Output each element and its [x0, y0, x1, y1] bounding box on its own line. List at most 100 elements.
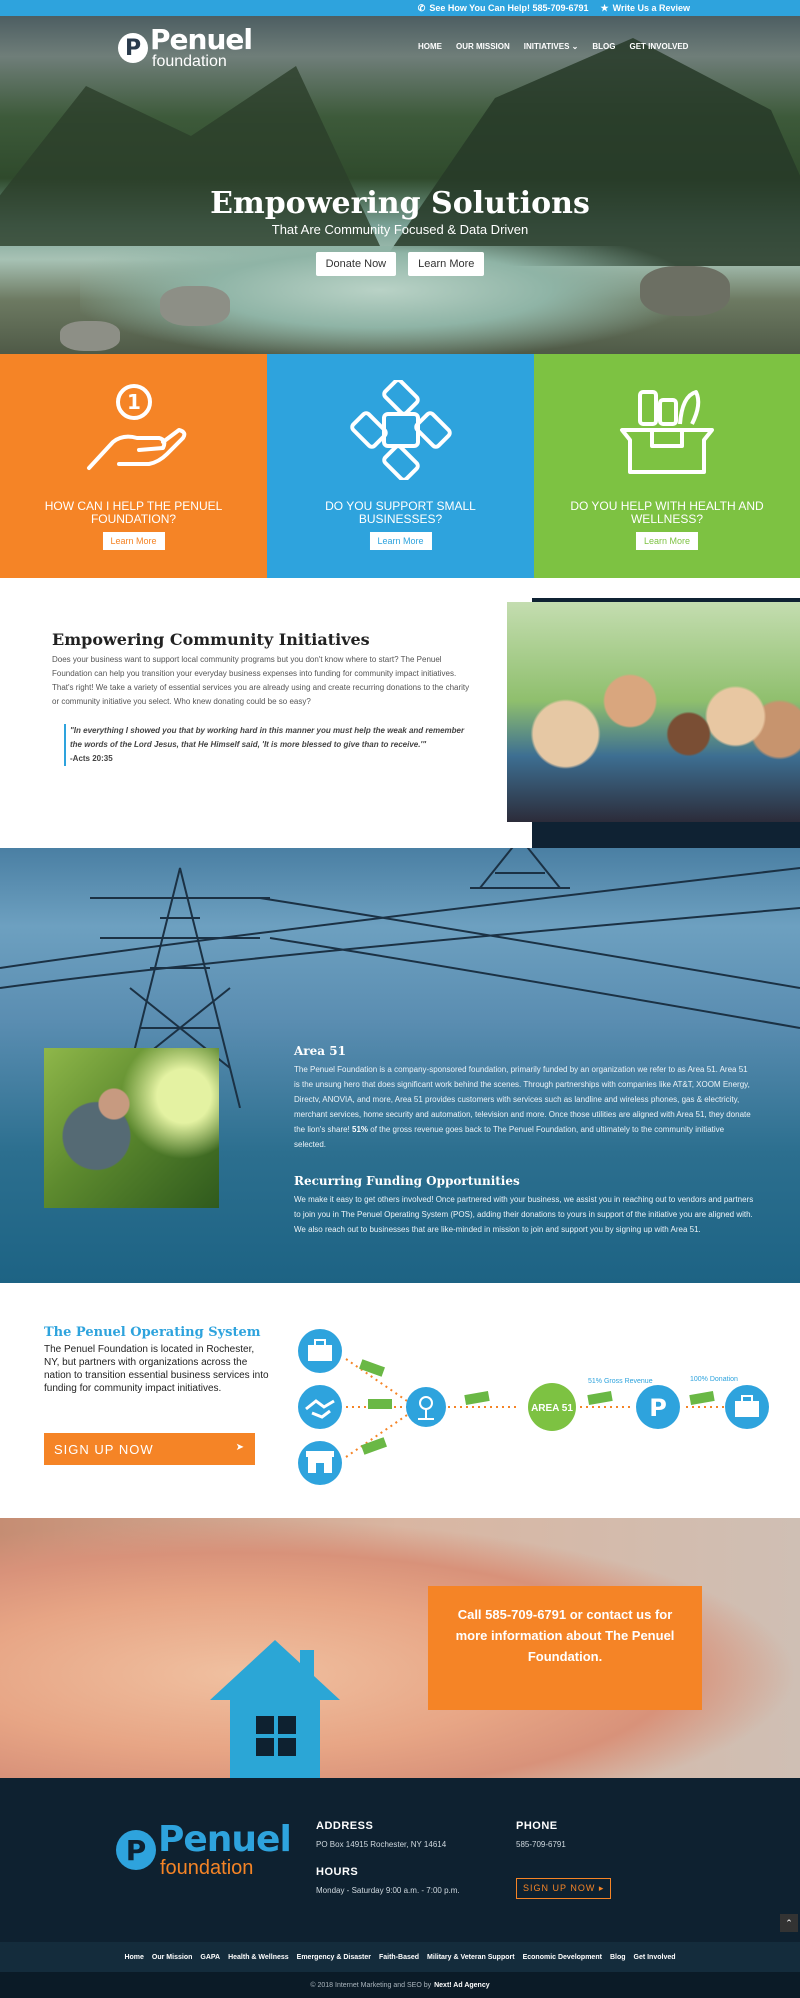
footer-nav-health-wellness[interactable]: Health & Wellness: [228, 1954, 289, 1961]
house-icon: [210, 1640, 340, 1778]
area51-section: Area 51 The Penuel Foundation is a compa…: [0, 848, 800, 1283]
utility-icon: [406, 1387, 446, 1427]
donate-now-button[interactable]: Donate Now: [315, 252, 397, 276]
chevron-down-icon: ⌄: [571, 42, 579, 51]
nav-our-mission[interactable]: OUR MISSION: [456, 42, 510, 51]
main-nav: HOME OUR MISSION INITIATIVES ⌄ BLOG GET …: [418, 42, 688, 51]
logo-mark: P: [118, 33, 148, 63]
area51-badge-label: AREA 51: [531, 1403, 573, 1414]
copyright-text: © 2018 Internet Marketing and SEO by: [310, 1981, 432, 1989]
footer-nav-faith-based[interactable]: Faith-Based: [379, 1954, 419, 1961]
rock-image: [60, 321, 120, 351]
address-value: PO Box 14915 Rochester, NY 14614: [316, 1840, 447, 1849]
phone-icon: ✆: [417, 2, 426, 13]
copyright-bar: © 2018 Internet Marketing and SEO by Nex…: [0, 1972, 800, 1998]
quote-text: "In everything I showed you that by work…: [70, 726, 465, 749]
sign-up-button[interactable]: SIGN UP NOW ➤: [44, 1433, 255, 1465]
hands-circle-icon: [349, 380, 452, 480]
penuel-mark-icon: P: [636, 1385, 680, 1429]
svg-text:P: P: [649, 1394, 667, 1422]
nav-home[interactable]: HOME: [418, 42, 442, 51]
footer: P Penuel foundation ADDRESS PO Box 14915…: [0, 1778, 800, 1942]
nav-get-involved[interactable]: GET INVOLVED: [629, 42, 688, 51]
arrow-icon: ▸: [598, 1883, 605, 1893]
grocery-box-icon: [620, 390, 714, 474]
open-hand-image: [44, 1048, 219, 1208]
footer-logo[interactable]: P Penuel foundation: [116, 1819, 292, 1879]
area51-percent: 51%: [352, 1125, 369, 1134]
footer-nav-military-veteran[interactable]: Military & Veteran Support: [427, 1954, 515, 1961]
recurring-body: We make it easy to get others involved! …: [294, 1195, 754, 1234]
box-title: DO YOU HELP WITH HEALTH AND WELLNESS?: [570, 499, 764, 526]
box-title: DO YOU SUPPORT SMALL BUSINESSES?: [325, 499, 476, 526]
area51-body: The Penuel Foundation is a company-spons…: [294, 1062, 754, 1152]
nav-initiatives[interactable]: INITIATIVES ⌄: [524, 42, 579, 51]
logo-line2: foundation: [152, 53, 227, 70]
sign-up-label: SIGN UP NOW: [54, 1441, 154, 1457]
hero-title: Empowering Solutions: [210, 186, 590, 221]
nav-blog[interactable]: BLOG: [592, 42, 615, 51]
learn-more-button[interactable]: Learn More: [369, 532, 432, 550]
scroll-top-button[interactable]: ⌃: [780, 1914, 798, 1932]
learn-more-button[interactable]: Learn More: [635, 532, 699, 550]
footer-nav-home[interactable]: Home: [124, 1954, 143, 1961]
quote-reference: -Acts 20:35: [70, 754, 113, 763]
footer-logo-line1: Penuel: [158, 1819, 292, 1860]
footer-nav-get-involved[interactable]: Get Involved: [634, 1954, 676, 1961]
chevron-up-icon: ⌃: [785, 1917, 793, 1928]
friends-selfie-image: [507, 602, 800, 822]
address-label: ADDRESS: [316, 1820, 374, 1832]
agency-link[interactable]: Next! Ad Agency: [434, 1982, 490, 1989]
initiatives-body: Does your business want to support local…: [52, 655, 470, 706]
nav-initiatives-label: INITIATIVES: [523, 42, 570, 51]
footer-logo-mark: P: [116, 1830, 156, 1870]
call-text: Call 585-709-6791 or contact us for more…: [428, 1586, 702, 1710]
initiatives-title: Empowering Community Initiatives: [52, 630, 370, 649]
box-title: HOW CAN I HELP THE PENUEL FOUNDATION?: [44, 499, 223, 526]
hero-section: P Penuel foundation HOME OUR MISSION INI…: [0, 16, 800, 354]
star-icon: ★: [600, 2, 609, 13]
top-bar: ✆ See How You Can Help! 585-709-6791 ★ W…: [0, 0, 800, 16]
logo-line1: Penuel: [150, 23, 253, 56]
donation-label: 100% Donation: [690, 1376, 738, 1383]
handshake-icon: [298, 1385, 342, 1429]
arrow-icon: ➤: [235, 1442, 245, 1453]
box-help-foundation: 1 HOW CAN I HELP THE PENUEL FOUNDATION? …: [0, 354, 267, 578]
phone-label: PHONE: [516, 1820, 558, 1832]
pos-flow-diagram: AREA 51 51% Gross Revenue P 100% Donatio…: [298, 1329, 769, 1485]
decor-block: [532, 578, 800, 598]
area51-text: The Penuel Foundation is a company-spons…: [294, 1065, 751, 1134]
footer-nav-economic-development[interactable]: Economic Development: [523, 1954, 602, 1961]
hand-coin-icon: 1: [86, 384, 186, 470]
review-link[interactable]: ★ Write Us a Review: [601, 3, 690, 14]
footer-logo-line2: foundation: [160, 1857, 254, 1879]
svg-text:1: 1: [127, 390, 141, 414]
footer-nav: Home Our Mission GAPA Health & Wellness …: [0, 1942, 800, 1972]
footer-nav-emergency-disaster[interactable]: Emergency & Disaster: [297, 1954, 371, 1961]
help-text: See How You Can Help! 585-709-6791: [429, 3, 589, 13]
learn-more-button[interactable]: Learn More: [408, 252, 485, 276]
rock-image: [160, 286, 230, 326]
box-health-wellness: DO YOU HELP WITH HEALTH AND WELLNESS? Le…: [534, 354, 800, 578]
briefcase-icon: [298, 1329, 342, 1373]
recurring-title: Recurring Funding Opportunities: [294, 1174, 520, 1188]
area51-badge: AREA 51: [528, 1383, 576, 1431]
footer-nav-blog[interactable]: Blog: [610, 1954, 626, 1961]
site-logo[interactable]: P Penuel foundation: [118, 23, 253, 70]
footer-sign-up-button[interactable]: SIGN UP NOW ▸: [516, 1878, 612, 1899]
operating-system-section: The Penuel Operating System The Penuel F…: [0, 1283, 800, 1518]
review-text: Write Us a Review: [612, 3, 690, 13]
learn-more-button[interactable]: Learn More: [102, 532, 165, 550]
pos-body: The Penuel Foundation is located in Roch…: [44, 1344, 269, 1394]
footer-nav-gapa[interactable]: GAPA: [200, 1954, 220, 1961]
storefront-icon: [298, 1441, 342, 1485]
pos-title: The Penuel Operating System: [44, 1325, 261, 1340]
area51-title: Area 51: [294, 1044, 346, 1058]
box-small-business: DO YOU SUPPORT SMALL BUSINESSES? Learn M…: [267, 354, 534, 578]
footer-nav-our-mission[interactable]: Our Mission: [152, 1954, 192, 1961]
hours-value: Monday - Saturday 9:00 a.m. - 7:00 p.m.: [316, 1886, 460, 1895]
help-link[interactable]: ✆ See How You Can Help! 585-709-6791: [418, 3, 589, 14]
phone-value[interactable]: 585-709-6791: [516, 1840, 566, 1849]
hero-subtitle: That Are Community Focused & Data Driven: [271, 222, 529, 237]
contact-callout-section: Call 585-709-6791 or contact us for more…: [0, 1518, 800, 1778]
